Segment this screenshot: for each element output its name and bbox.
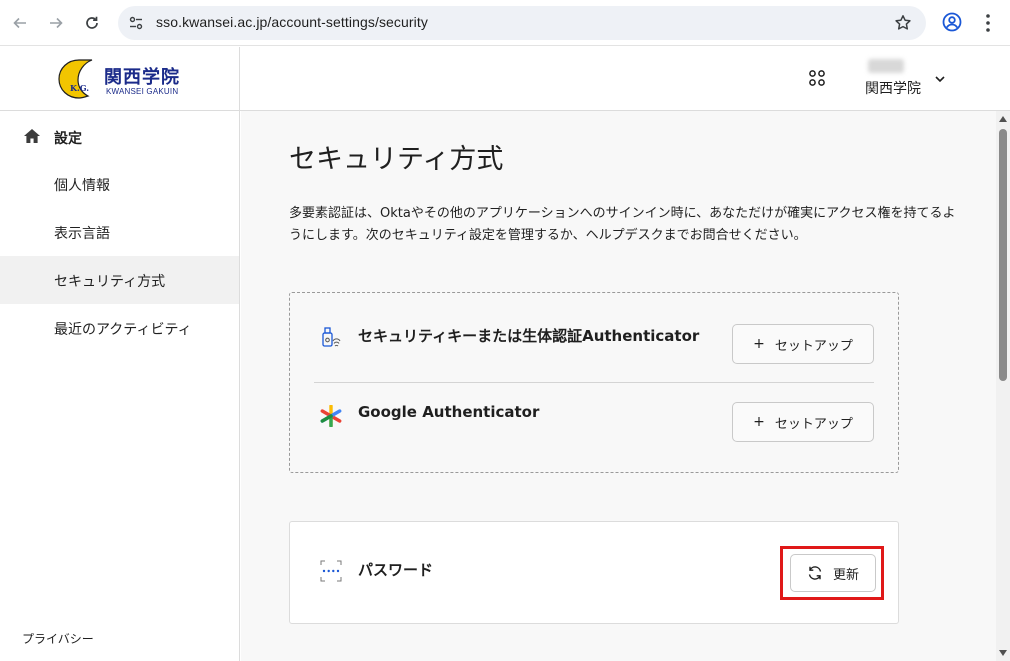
setup-button-label: セットアップ [774, 338, 853, 354]
authenticator-row-google: Google Authenticator + セットアップ [314, 377, 874, 455]
plus-icon: + [753, 336, 765, 352]
authenticator-name: セキュリティキーまたは生体認証Authenticator [358, 327, 700, 345]
address-bar[interactable]: sso.kwansei.ac.jp/account-settings/secur… [118, 6, 926, 40]
authenticator-name: Google Authenticator [358, 403, 540, 421]
sidebar-item-security-methods[interactable]: セキュリティ方式 [0, 256, 239, 304]
update-password-button[interactable]: 更新 [790, 554, 876, 592]
forward-icon[interactable] [44, 11, 68, 35]
password-label: パスワード [358, 561, 434, 579]
sidebar-item-settings-home[interactable]: 設定 [0, 113, 239, 161]
password-card: パスワード 更新 [289, 521, 899, 624]
privacy-link[interactable]: プライバシー [22, 630, 94, 647]
authenticator-setup-box: セキュリティキーまたは生体認証Authenticator + セットアップ Go… [289, 292, 899, 473]
sidebar-item-label: 最近のアクティビティ [54, 322, 192, 338]
google-authenticator-icon [320, 405, 342, 427]
main-content: セキュリティ方式 多要素認証は、Oktaやその他のアプリケーションへのサインイン… [241, 111, 1010, 661]
refresh-icon [808, 566, 822, 580]
scroll-down-arrow-icon[interactable] [999, 650, 1007, 656]
scroll-thumb[interactable] [999, 129, 1007, 381]
authenticator-row-security-key: セキュリティキーまたは生体認証Authenticator + セットアップ [314, 299, 874, 377]
sidebar-item-personal-info[interactable]: 個人情報 [0, 160, 239, 208]
site-info-icon[interactable] [128, 15, 144, 31]
sidebar-item-label: セキュリティ方式 [54, 274, 166, 290]
scrollbar[interactable] [996, 111, 1010, 661]
plus-icon: + [753, 414, 765, 430]
logo-en-text: KWANSEI GAKUIN [106, 87, 179, 96]
apps-grid-icon[interactable] [808, 69, 826, 87]
reload-icon[interactable] [80, 11, 104, 35]
bookmark-star-icon[interactable] [894, 14, 912, 32]
sidebar-item-recent-activity[interactable]: 最近のアクティビティ [0, 304, 239, 352]
setup-button-google-authenticator[interactable]: + セットアップ [732, 402, 874, 442]
logo-jp-text: 関西学院 [104, 67, 180, 88]
home-icon [24, 129, 40, 143]
profile-icon[interactable] [942, 12, 962, 32]
sidebar-item-label: 表示言語 [54, 226, 110, 242]
setup-button-security-key[interactable]: + セットアップ [732, 324, 874, 364]
url-text[interactable]: sso.kwansei.ac.jp/account-settings/secur… [156, 14, 428, 30]
chevron-down-icon[interactable] [934, 73, 946, 85]
app-header: K.G. 関西学院 KWANSEI GAKUIN 関西学院 [0, 47, 1010, 111]
sidebar-home-label: 設定 [54, 131, 82, 147]
user-org-label[interactable]: 関西学院 [865, 78, 921, 98]
crescent-moon-logo-icon: K.G. [58, 59, 93, 99]
back-icon[interactable] [8, 11, 32, 35]
user-name-redacted [868, 59, 904, 73]
browser-toolbar: sso.kwansei.ac.jp/account-settings/secur… [0, 0, 1010, 46]
sidebar-item-label: 個人情報 [54, 178, 110, 194]
logo-area: K.G. 関西学院 KWANSEI GAKUIN [0, 47, 240, 111]
page-description: 多要素認証は、Oktaやその他のアプリケーションへのサインイン時に、あなただけが… [289, 206, 956, 243]
svg-text:K.G.: K.G. [70, 83, 89, 93]
update-button-label: 更新 [832, 567, 859, 583]
page-title: セキュリティ方式 [289, 144, 504, 175]
password-icon [320, 560, 342, 582]
sidebar: 設定 個人情報 表示言語 セキュリティ方式 最近のアクティビティ プライバシー [0, 111, 240, 661]
more-menu-icon[interactable] [978, 12, 998, 34]
setup-button-label: セットアップ [774, 416, 853, 432]
security-key-icon [322, 327, 341, 347]
sidebar-item-display-language[interactable]: 表示言語 [0, 208, 239, 256]
kwansei-gakuin-logo[interactable]: K.G. 関西学院 KWANSEI GAKUIN [56, 57, 186, 101]
highlight-box: 更新 [780, 546, 884, 600]
scroll-up-arrow-icon[interactable] [999, 116, 1007, 122]
